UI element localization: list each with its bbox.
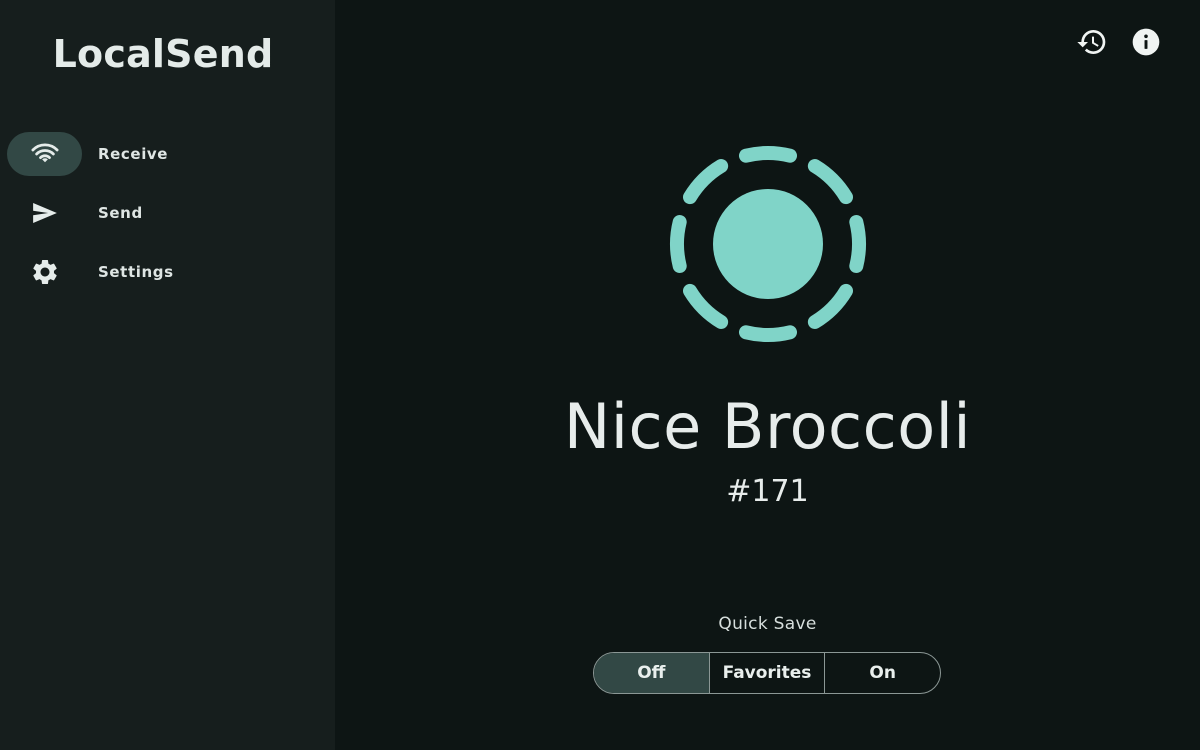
logo-ring-segment: [682, 283, 729, 330]
quick-save-on-button[interactable]: On: [825, 653, 940, 693]
nav-indicator: [7, 132, 82, 176]
quick-save-favorites-button[interactable]: Favorites: [710, 653, 826, 693]
logo-ring-segment: [738, 325, 798, 342]
quick-save-label: Quick Save: [718, 614, 817, 634]
logo-ring-segment: [849, 214, 866, 274]
send-icon: [30, 198, 60, 228]
quick-save-off-button[interactable]: Off: [594, 653, 710, 693]
quick-save-selector: Off Favorites On: [593, 652, 941, 694]
logo-ring-segment: [807, 158, 854, 205]
sidebar-item-settings[interactable]: Settings: [0, 250, 335, 294]
history-icon: [1076, 26, 1108, 58]
device-name: Nice Broccoli: [563, 390, 972, 463]
nav-indicator: [7, 191, 82, 235]
sidebar-item-label: Settings: [98, 263, 174, 281]
sidebar-item-receive[interactable]: Receive: [0, 132, 335, 176]
localsend-logo: [663, 140, 873, 350]
sidebar: LocalSend Receive Send Settings: [0, 0, 335, 750]
logo-ring-segment: [670, 214, 687, 274]
sidebar-item-label: Receive: [98, 145, 169, 163]
info-icon: [1130, 26, 1162, 58]
app-window: LocalSend Receive Send Settings Nice Bro…: [0, 0, 1200, 750]
gear-icon: [30, 257, 60, 287]
sidebar-item-send[interactable]: Send: [0, 191, 335, 235]
sidebar-item-label: Send: [98, 204, 143, 222]
wifi-icon: [30, 139, 60, 169]
device-id: #171: [726, 474, 809, 509]
history-button[interactable]: [1076, 26, 1108, 58]
logo-ring-segment: [682, 158, 729, 205]
nav-indicator: [7, 250, 82, 294]
logo-ring-segment: [738, 146, 798, 163]
info-button[interactable]: [1130, 26, 1162, 58]
main-content: Nice Broccoli #171 Quick Save Off Favori…: [335, 0, 1200, 750]
logo-ring-segment: [807, 283, 854, 330]
app-title: LocalSend: [52, 32, 274, 76]
